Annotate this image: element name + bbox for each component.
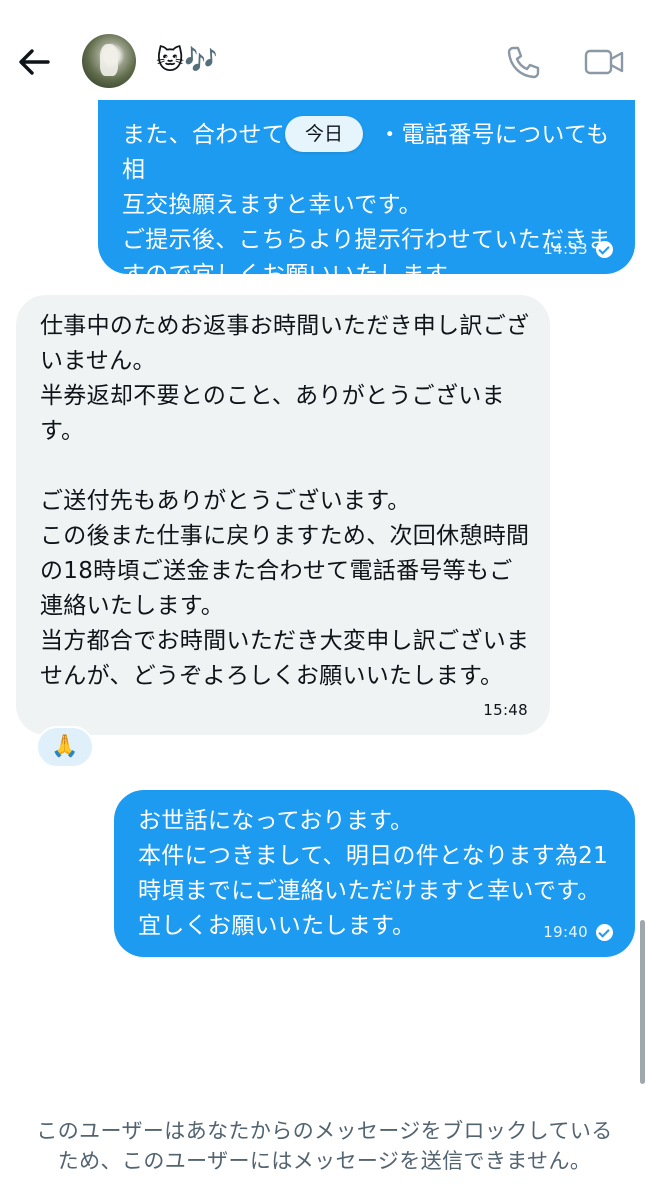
scrollbar[interactable] — [640, 920, 645, 1084]
arrow-left-icon — [19, 49, 50, 75]
message-text: 仕事中のためお返事お時間いただき申し訳ござ いません。 半券返却不要とのこと、あ… — [40, 313, 530, 689]
message-time: 14:33 — [543, 240, 588, 258]
message-meta: 19:40 — [543, 923, 613, 941]
read-check-icon — [596, 923, 613, 941]
video-call-button[interactable] — [583, 44, 625, 80]
read-check-icon — [596, 240, 613, 258]
phone-icon — [507, 46, 540, 79]
message-text: また、合わせて ・電話番号についても相 互交換願えますと幸いです。 ご提示後、こ… — [122, 122, 611, 288]
message-time: 15:48 — [483, 701, 528, 719]
back-button[interactable] — [16, 44, 52, 80]
conversation-header: 🐱🎶 — [0, 0, 649, 100]
contact-name[interactable]: 🐱🎶 — [156, 44, 218, 78]
avatar[interactable] — [82, 34, 136, 88]
message-meta: 14:33 — [543, 240, 613, 258]
message-time: 19:40 — [543, 923, 588, 941]
date-divider: 今日 — [285, 116, 363, 152]
call-button[interactable] — [502, 44, 542, 80]
reaction-badge[interactable]: 🙏 — [36, 726, 94, 768]
outgoing-message-bubble[interactable]: また、合わせて ・電話番号についても相 互交換願えますと幸いです。 ご提示後、こ… — [98, 70, 635, 288]
incoming-message-bubble[interactable]: 仕事中のためお返事お時間いただき申し訳ござ いません。 半券返却不要とのこと、あ… — [16, 295, 550, 735]
video-camera-icon — [584, 49, 624, 75]
outgoing-message-bubble[interactable]: お世話になっております。 本件につきまして、明日の件となります為21 時頃までに… — [114, 790, 635, 957]
message-meta: 15:48 — [483, 701, 528, 719]
blocked-notice: このユーザーはあなたからのメッセージをブロックしている ため、このユーザーにはメ… — [36, 1119, 613, 1173]
